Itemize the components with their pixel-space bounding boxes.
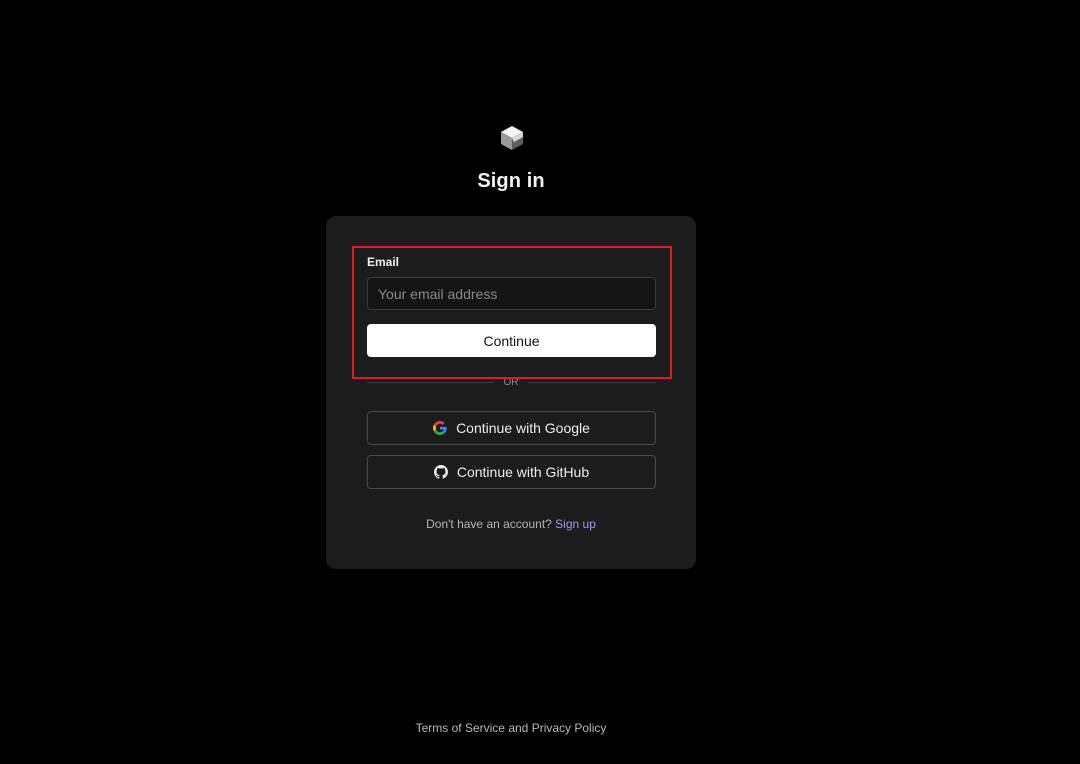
continue-with-google-button[interactable]: Continue with Google bbox=[367, 411, 656, 445]
divider-line-right bbox=[528, 382, 656, 383]
email-input[interactable] bbox=[367, 277, 656, 310]
github-button-label: Continue with GitHub bbox=[456, 464, 590, 480]
google-icon bbox=[433, 421, 447, 435]
cube-logo-icon bbox=[498, 124, 526, 152]
page-title: Sign in bbox=[477, 170, 545, 192]
privacy-policy-link[interactable]: Privacy Policy bbox=[532, 721, 607, 735]
continue-with-github-button[interactable]: Continue with GitHub bbox=[367, 455, 656, 489]
footer-joiner: and bbox=[508, 721, 529, 735]
continue-button[interactable]: Continue bbox=[367, 324, 656, 357]
google-button-label: Continue with Google bbox=[456, 420, 590, 436]
divider-line-left bbox=[367, 382, 494, 383]
signup-row: Don't have an account? Sign up bbox=[326, 517, 696, 531]
sign-up-link[interactable]: Sign up bbox=[555, 517, 596, 531]
email-label: Email bbox=[367, 255, 400, 269]
github-icon bbox=[433, 465, 448, 479]
signup-prompt: Don't have an account? bbox=[426, 517, 552, 531]
divider-or-text: OR bbox=[503, 377, 519, 388]
terms-of-service-link[interactable]: Terms of Service bbox=[416, 721, 505, 735]
footer-links: Terms of Service and Privacy Policy bbox=[0, 721, 1022, 735]
